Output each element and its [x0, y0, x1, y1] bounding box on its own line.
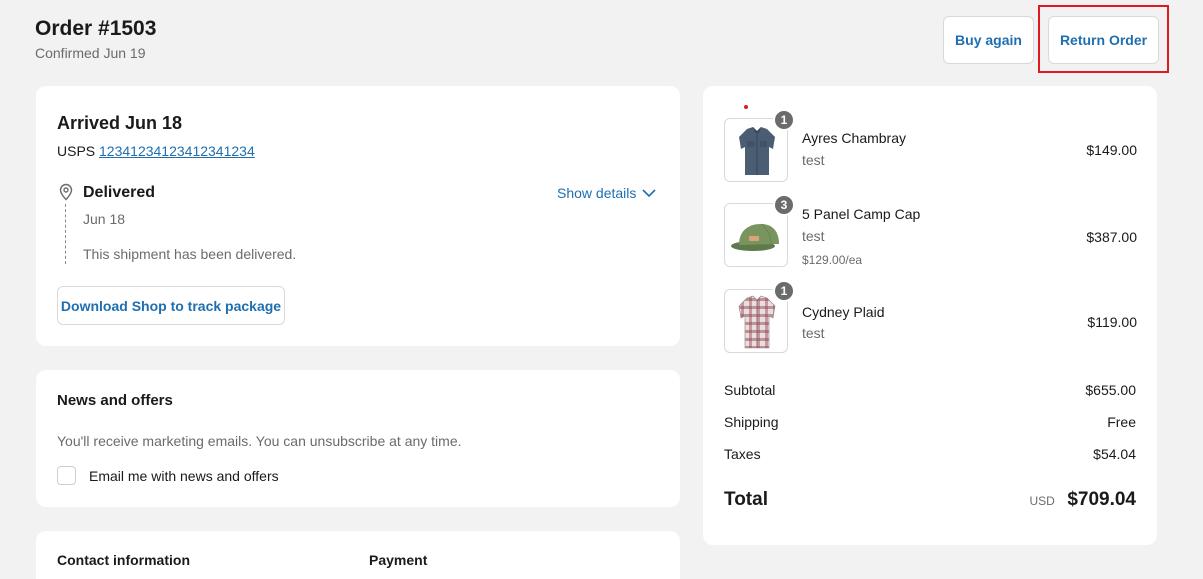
timeline-line	[65, 204, 66, 264]
line-item: 1 Ayres Chambray test $149.00	[724, 109, 1137, 182]
quantity-badge: 1	[773, 109, 795, 131]
item-name: Cydney Plaid	[802, 304, 885, 320]
order-confirmed-date: Confirmed Jun 19	[35, 45, 146, 61]
item-name: 5 Panel Camp Cap	[802, 206, 921, 222]
shipment-status-title: Arrived Jun 18	[57, 113, 183, 133]
news-description: You'll receive marketing emails. You can…	[57, 433, 462, 449]
item-price: $149.00	[1086, 142, 1137, 158]
news-card: News and offers You'll receive marketing…	[36, 370, 680, 507]
quantity-badge: 3	[773, 194, 795, 216]
taxes-row: Taxes $54.04	[724, 446, 1136, 462]
item-name: Ayres Chambray	[802, 130, 907, 146]
subtotal-row: Subtotal $655.00	[724, 382, 1136, 398]
highlight-box	[1038, 5, 1169, 73]
contact-heading: Contact information	[57, 552, 190, 568]
event-date: Jun 18	[83, 211, 126, 227]
total-label: Total	[724, 489, 768, 510]
total-currency: USD	[1029, 494, 1055, 508]
carrier-name: USPS	[57, 143, 96, 159]
subtotal-value: $655.00	[1085, 382, 1136, 398]
quantity-badge: 1	[773, 280, 795, 302]
show-details-toggle[interactable]: Show details	[557, 185, 656, 201]
tracking-info: USPS 12341234123412341234	[57, 143, 255, 159]
taxes-value: $54.04	[1093, 446, 1136, 462]
chevron-down-icon	[642, 188, 656, 197]
news-title: News and offers	[57, 392, 173, 409]
location-pin-icon	[59, 183, 73, 201]
tracking-link[interactable]: 12341234123412341234	[99, 143, 255, 159]
line-item: 3 5 Panel Camp Cap test $129.00/ea $387.…	[724, 194, 1137, 267]
shipping-label: Shipping	[724, 414, 779, 430]
event-title: Delivered	[83, 184, 156, 201]
news-checkbox-label[interactable]: Email me with news and offers	[89, 468, 279, 484]
subtotal-label: Subtotal	[724, 382, 776, 398]
download-shop-button[interactable]: Download Shop to track package	[57, 286, 285, 325]
item-variant: test	[802, 325, 825, 341]
contact-card: Contact information Payment	[36, 531, 680, 579]
news-checkbox[interactable]	[57, 466, 76, 485]
shipping-row: Shipping Free	[724, 414, 1136, 430]
item-variant: test	[802, 228, 825, 244]
order-title: Order #1503	[35, 17, 157, 40]
indicator-dot	[744, 105, 748, 109]
shipment-card: Arrived Jun 18 USPS 12341234123412341234…	[36, 86, 680, 346]
event-message: This shipment has been delivered.	[83, 246, 297, 262]
buy-again-button[interactable]: Buy again	[943, 16, 1034, 64]
taxes-label: Taxes	[724, 446, 761, 462]
order-summary-card: 1 Ayres Chambray test $149.00 3 5 Panel …	[703, 86, 1157, 545]
total-value: $709.04	[1067, 489, 1136, 510]
item-variant: test	[802, 152, 825, 168]
item-unit-price: $129.00/ea	[802, 253, 863, 267]
item-price: $387.00	[1086, 229, 1137, 245]
total-row: Total USD $709.04	[724, 489, 1136, 511]
item-price: $119.00	[1087, 314, 1137, 330]
line-item: 1 Cydney Plaid test $119.00	[724, 280, 1137, 353]
payment-heading: Payment	[369, 552, 428, 568]
shipping-value: Free	[1107, 414, 1136, 430]
show-details-label: Show details	[557, 185, 637, 201]
